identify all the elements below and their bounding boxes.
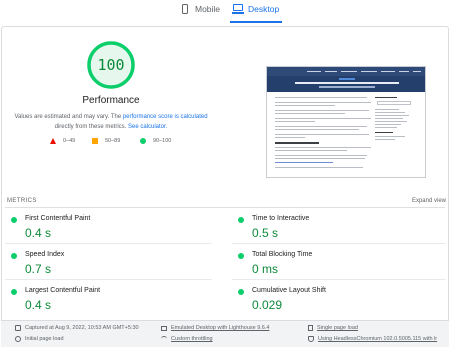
browser-version-link[interactable]: Using HeadlessChromium 102.0.5005.115 wi… [318,336,437,342]
metric-value: 0.5 s [252,226,279,240]
performance-score: 100 [97,56,125,74]
clock-icon [15,336,21,342]
metrics-divider [5,207,445,208]
pass-circle-icon [238,217,244,223]
legend-pass-range: 90–100 [153,138,172,144]
metric-name: Largest Contentful Paint [25,287,101,294]
captured-at: Captured at Aug 9, 2022, 10:53 AM GMT+5:… [15,325,139,331]
tab-desktop[interactable]: Desktop [229,4,283,23]
screenshot-site-header [267,67,425,76]
calendar-icon [15,325,21,331]
emulated-device[interactable]: Emulated Desktop with Lighthouse 9.6.4 [161,325,269,331]
pass-circle-icon [11,217,17,223]
initial-page-load: Initial page load [15,336,64,342]
single-page-load[interactable]: Single page load [308,325,358,331]
emulated-device-link[interactable]: Emulated Desktop with Lighthouse 9.6.4 [171,325,269,331]
performance-gauge[interactable]: 100 [86,40,136,90]
metric-cumulative-layout-shift: Cumulative Layout Shift 0.029 [238,286,438,316]
average-square-icon [92,138,98,144]
initial-page-load-text: Initial page load [25,336,64,342]
pass-circle-icon [11,289,17,295]
pass-circle-icon [140,138,146,144]
runtime-settings-footer: Captured at Aug 9, 2022, 10:53 AM GMT+5:… [1,320,449,347]
throttling[interactable]: Custom throttling [161,336,213,342]
legend-average-range: 50–89 [105,138,121,144]
see-calculator-link[interactable]: See calculator. [128,124,167,130]
monitor-icon [161,325,167,331]
legend-pass: 90–100 [140,138,171,144]
network-icon [161,336,167,342]
shield-icon [308,336,314,342]
metrics-heading: METRICS [7,198,37,204]
metric-speed-index: Speed Index 0.7 s [11,250,211,280]
metric-value: 0.029 [252,298,283,312]
performance-description: Values are estimated and may vary. The p… [8,112,214,132]
desc-text-2: directly from these metrics. [54,124,128,130]
legend-average: 50–89 [92,138,120,144]
metric-name: Time to Interactive [252,215,310,222]
phone-icon [180,4,190,15]
metric-value: 0.4 s [25,226,52,240]
fail-triangle-icon [50,138,56,144]
device-tabs: Mobile Desktop [0,0,450,23]
tab-mobile-label: Mobile [195,4,221,14]
metric-value: 0.4 s [25,298,52,312]
legend-fail-range: 0–49 [63,138,76,144]
custom-throttling-link[interactable]: Custom throttling [171,336,213,342]
metric-time-to-interactive: Time to Interactive 0.5 s [238,214,438,244]
metric-first-contentful-paint: First Contentful Paint 0.4 s [11,214,211,244]
legend-fail: 0–49 [50,138,75,144]
pass-circle-icon [238,289,244,295]
expand-view-toggle[interactable]: Expand view [412,198,446,204]
pass-circle-icon [11,253,17,259]
metric-largest-contentful-paint: Largest Contentful Paint 0.4 s [11,286,211,316]
metric-total-blocking-time: Total Blocking Time 0 ms [238,250,438,280]
browser-version[interactable]: Using HeadlessChromium 102.0.5005.115 wi… [308,336,437,342]
score-legend: 0–49 50–89 90–100 [50,138,180,148]
single-page-load-link[interactable]: Single page load [317,325,358,331]
captured-at-text: Captured at Aug 9, 2022, 10:53 AM GMT+5:… [25,325,139,331]
tab-mobile[interactable]: Mobile [180,4,220,22]
screenshot-hero [267,76,425,92]
metric-name: Cumulative Layout Shift [252,287,326,294]
document-icon [308,325,313,331]
desc-text-1: Values are estimated and may vary. The [14,114,123,120]
metric-name: Speed Index [25,251,65,258]
metric-name: Total Blocking Time [252,251,313,258]
pass-circle-icon [238,253,244,259]
laptop-icon [231,4,244,15]
final-screenshot[interactable] [266,66,426,178]
metric-value: 0.7 s [25,262,52,276]
tab-desktop-label: Desktop [248,4,280,14]
score-calculated-link[interactable]: performance score is calculated [123,114,208,120]
metric-name: First Contentful Paint [25,215,91,222]
metric-value: 0 ms [252,262,279,276]
performance-title: Performance [82,95,140,106]
